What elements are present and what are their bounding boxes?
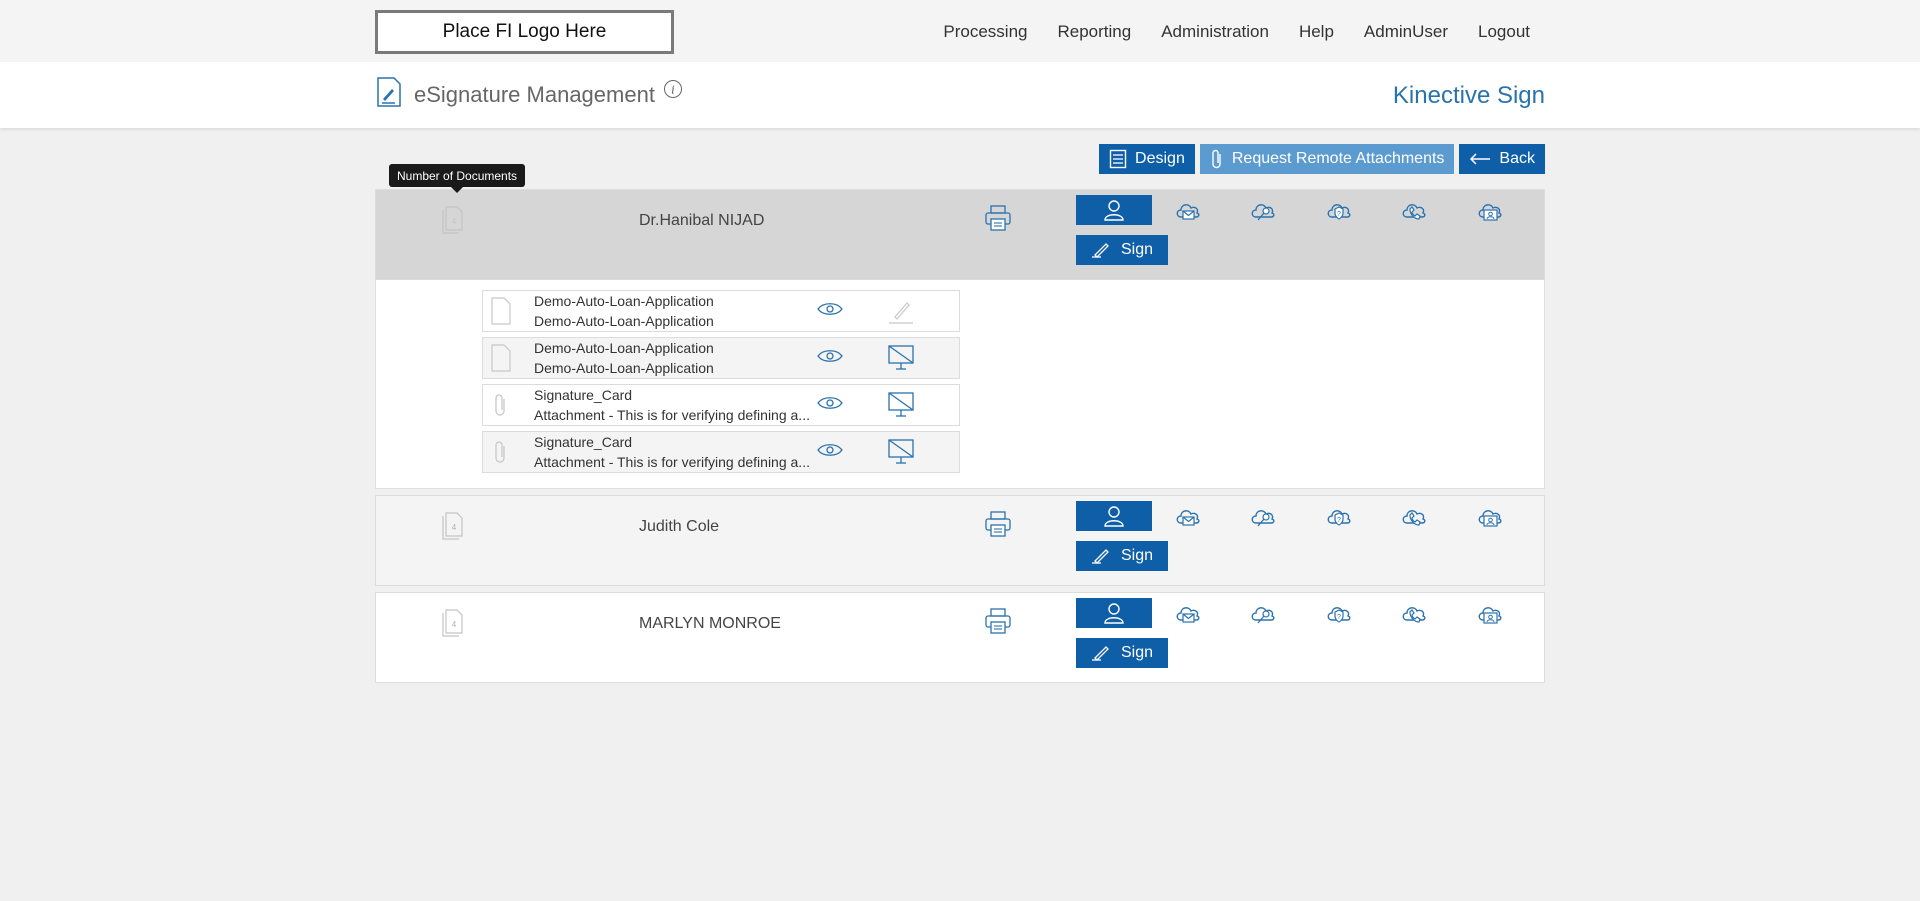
signer-name: Judith Cole: [639, 518, 720, 535]
design-document-icon: [1109, 149, 1127, 169]
document-description: Attachment - This is for verifying defin…: [534, 454, 810, 470]
documents-count-icon[interactable]: 4: [442, 512, 464, 540]
nav-logout[interactable]: Logout: [1478, 22, 1530, 42]
document-row[interactable]: Signature_Card Attachment - This is for …: [482, 384, 960, 426]
phone-cloud-icon[interactable]: [1400, 505, 1428, 529]
document-row[interactable]: Signature_Card Attachment - This is for …: [482, 431, 960, 473]
design-button[interactable]: Design: [1099, 144, 1195, 174]
pen-icon: [1091, 549, 1109, 564]
sign-button-label: Sign: [1120, 241, 1154, 258]
phone-cloud-icon[interactable]: [1400, 199, 1428, 223]
email-cloud-icon[interactable]: [1174, 199, 1202, 223]
document-icon: [491, 297, 511, 325]
document-description: Attachment - This is for verifying defin…: [534, 407, 810, 423]
back-button-label: Back: [1499, 150, 1535, 167]
number-of-documents-tooltip: Number of Documents: [389, 164, 526, 193]
arrow-left-icon: [1470, 153, 1491, 165]
printer-icon[interactable]: [984, 204, 1012, 232]
page-header: eSignature Management i Kinective Sign: [0, 62, 1920, 128]
email-cloud-icon[interactable]: [1174, 505, 1202, 529]
sign-button[interactable]: Sign: [1076, 541, 1168, 571]
printer-icon[interactable]: [984, 607, 1012, 635]
id-card-cloud-icon[interactable]: [1476, 602, 1504, 626]
brand-name: Kinective Sign: [1392, 82, 1545, 109]
sign-button-label: Sign: [1120, 547, 1154, 564]
printer-icon[interactable]: [984, 510, 1012, 538]
sign-button-label: Sign: [1120, 644, 1154, 661]
top-navigation-bar: Place FI Logo Here Processing Reporting …: [0, 0, 1920, 62]
sign-pen-icon[interactable]: [887, 297, 915, 325]
user-icon: [1104, 200, 1124, 221]
document-row[interactable]: Demo-Auto-Loan-Application Demo-Auto-Loa…: [482, 337, 960, 379]
key-cloud-icon[interactable]: [1249, 199, 1277, 223]
back-button[interactable]: Back: [1459, 144, 1545, 174]
paperclip-icon: [495, 441, 505, 463]
signer-name: Dr.Hanibal NIJAD: [639, 212, 765, 229]
document-row[interactable]: Demo-Auto-Loan-Application Demo-Auto-Loa…: [482, 290, 960, 332]
in-person-signer-button[interactable]: [1076, 501, 1152, 531]
id-card-cloud-icon[interactable]: [1476, 199, 1504, 223]
in-person-signer-button[interactable]: [1076, 598, 1152, 628]
design-button-label: Design: [1135, 150, 1185, 167]
main-nav: Processing Reporting Administration Help…: [913, 22, 1530, 42]
view-eye-icon[interactable]: [817, 301, 843, 317]
no-display-icon[interactable]: [887, 438, 915, 466]
info-icon[interactable]: i: [663, 79, 683, 99]
esignature-document-icon: [377, 77, 401, 107]
svg-text:i: i: [671, 84, 675, 97]
request-remote-attachments-label: Request Remote Attachments: [1231, 150, 1445, 167]
nav-reporting[interactable]: Reporting: [1058, 22, 1132, 42]
document-description: Demo-Auto-Loan-Application: [534, 313, 714, 329]
document-name: Demo-Auto-Loan-Application: [534, 293, 714, 309]
security-question-icon[interactable]: ?: [1325, 505, 1353, 529]
pen-icon: [1091, 646, 1109, 661]
view-eye-icon[interactable]: [817, 348, 843, 364]
document-name: Signature_Card: [534, 387, 633, 403]
user-icon: [1104, 603, 1124, 624]
documents-count-icon[interactable]: 4: [442, 206, 464, 234]
svg-text:?: ?: [1337, 517, 1341, 524]
no-display-icon[interactable]: [887, 391, 915, 419]
signer-row[interactable]: 4 Dr.Hanibal NIJAD Sign ?: [375, 189, 1545, 280]
phone-cloud-icon[interactable]: [1400, 602, 1428, 626]
fi-logo-placeholder[interactable]: Place FI Logo Here: [375, 10, 674, 54]
nav-help[interactable]: Help: [1299, 22, 1334, 42]
document-name: Signature_Card: [534, 434, 633, 450]
signer-row[interactable]: 4 Judith Cole Sign ?: [375, 495, 1545, 586]
nav-user[interactable]: AdminUser: [1364, 22, 1448, 42]
signer-row[interactable]: 4 MARLYN MONROE Sign ?: [375, 592, 1545, 683]
document-name: Demo-Auto-Loan-Application: [534, 340, 714, 356]
sign-button[interactable]: Sign: [1076, 638, 1168, 668]
key-cloud-icon[interactable]: [1249, 505, 1277, 529]
svg-text:4: 4: [452, 217, 457, 226]
svg-text:?: ?: [1337, 614, 1341, 621]
security-question-icon[interactable]: ?: [1325, 602, 1353, 626]
svg-text:4: 4: [452, 620, 457, 629]
paperclip-icon: [1212, 149, 1221, 169]
view-eye-icon[interactable]: [817, 442, 843, 458]
id-card-cloud-icon[interactable]: [1476, 505, 1504, 529]
document-icon: [491, 344, 511, 372]
no-display-icon[interactable]: [887, 344, 915, 372]
page-title: eSignature Management: [414, 82, 655, 107]
pen-icon: [1091, 243, 1109, 258]
nav-administration[interactable]: Administration: [1161, 22, 1269, 42]
action-toolbar: Design Request Remote Attachments Back: [1099, 144, 1545, 174]
key-cloud-icon[interactable]: [1249, 602, 1277, 626]
in-person-signer-button[interactable]: [1076, 195, 1152, 225]
user-icon: [1104, 506, 1124, 527]
sign-button[interactable]: Sign: [1076, 235, 1168, 265]
email-cloud-icon[interactable]: [1174, 602, 1202, 626]
document-description: Demo-Auto-Loan-Application: [534, 360, 714, 376]
svg-text:?: ?: [1337, 211, 1341, 218]
documents-count-icon[interactable]: 4: [442, 609, 464, 637]
security-question-icon[interactable]: ?: [1325, 199, 1353, 223]
svg-text:4: 4: [452, 523, 457, 532]
signer-document-list: Demo-Auto-Loan-Application Demo-Auto-Loa…: [375, 280, 1545, 489]
view-eye-icon[interactable]: [817, 395, 843, 411]
request-remote-attachments-button[interactable]: Request Remote Attachments: [1199, 144, 1455, 174]
paperclip-icon: [495, 394, 505, 416]
signer-name: MARLYN MONROE: [639, 615, 781, 632]
nav-processing[interactable]: Processing: [943, 22, 1027, 42]
